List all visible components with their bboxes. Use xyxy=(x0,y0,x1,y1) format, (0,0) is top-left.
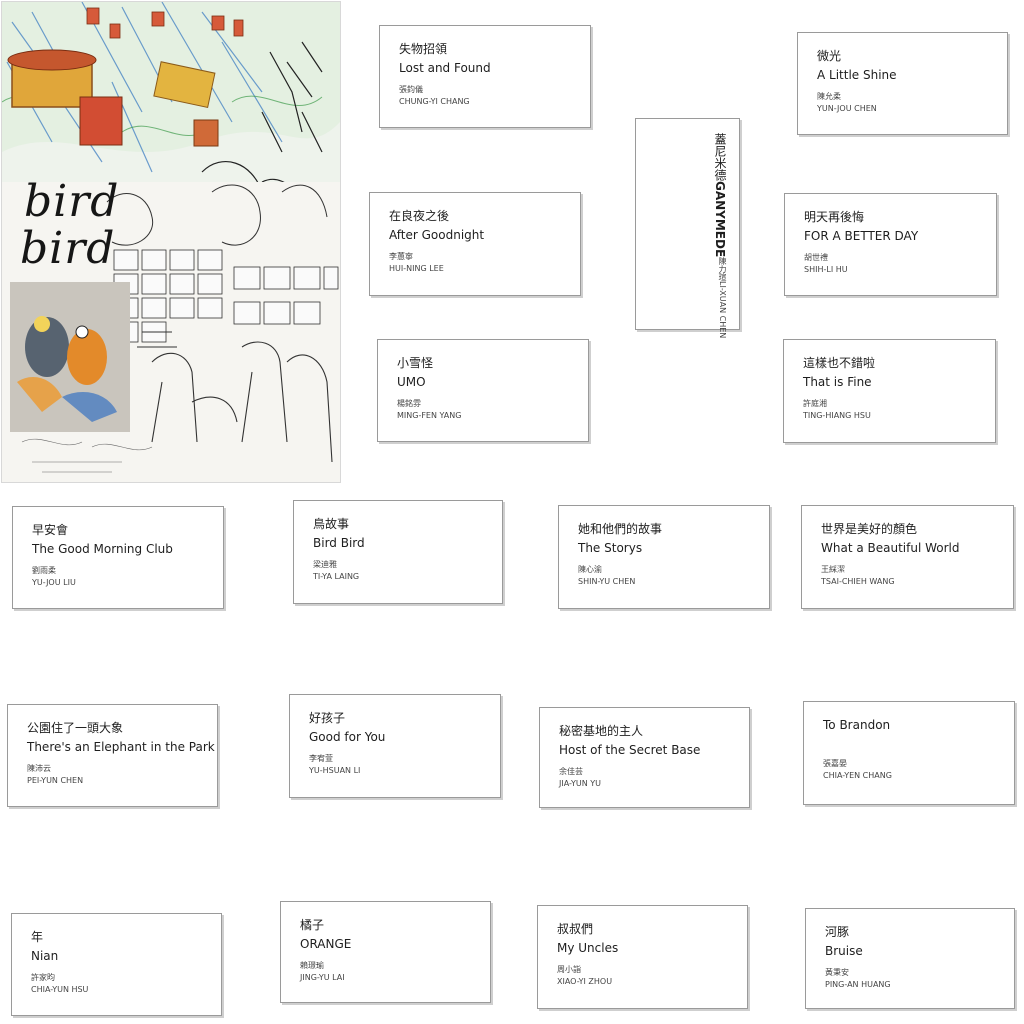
film-card-to-brandon[interactable]: To Brandon 張嘉晏 CHIA-YEN CHANG xyxy=(803,701,1015,805)
card-author-zh: 張嘉晏 xyxy=(823,759,847,768)
card-title-en: Nian xyxy=(31,949,59,963)
card-title-zh: 年 xyxy=(31,930,44,944)
card-author-en: SHIH-LI HU xyxy=(804,265,848,274)
poster-title-line-1: bird xyxy=(24,176,120,227)
card-title-zh: 秘密基地的主人 xyxy=(559,724,644,738)
film-card-host-of-the-secret-base[interactable]: 秘密基地的主人 Host of the Secret Base 余佳芸 JIA-… xyxy=(539,707,750,808)
film-card-after-goodnight[interactable]: 在良夜之後 After Goodnight 李蕙寧 HUI-NING LEE xyxy=(369,192,581,296)
card-author-zh: 余佳芸 xyxy=(559,767,583,776)
card-title-zh: 叔叔們 xyxy=(557,922,594,936)
card-title-en: The Good Morning Club xyxy=(32,542,173,556)
film-card-umo[interactable]: 小雪怪 UMO 楊銘雰 MING-FEN YANG xyxy=(377,339,589,442)
card-author-en: JIA-YUN YU xyxy=(559,779,601,788)
card-title-zh: 蓋尼米德 xyxy=(713,133,727,181)
film-card-what-a-beautiful-world[interactable]: 世界是美好的顏色 What a Beautiful World 王綵潔 TSAI… xyxy=(801,505,1014,609)
card-title-en: What a Beautiful World xyxy=(821,541,960,555)
card-title-en: FOR A BETTER DAY xyxy=(804,229,919,243)
card-author-zh: 陳心渝 xyxy=(578,565,602,574)
card-title-en: Good for You xyxy=(309,730,386,744)
card-title-zh: 微光 xyxy=(817,49,842,63)
film-card-a-little-shine[interactable]: 微光 A Little Shine 陳允柔 YUN-JOU CHEN xyxy=(797,32,1008,135)
card-title-en: Bruise xyxy=(825,944,863,958)
card-title-en: UMO xyxy=(397,375,426,389)
card-author-zh: 胡世禮 xyxy=(804,253,828,262)
card-author-en: CHUNG-YI CHANG xyxy=(399,97,470,106)
poster-artwork: bird bird xyxy=(2,2,340,482)
card-author-en: TING-HIANG HSU xyxy=(803,411,871,420)
film-card-nian[interactable]: 年 Nian 許家昀 CHIA-YUN HSU xyxy=(11,913,222,1016)
card-title-en: GANYMEDE xyxy=(713,181,727,258)
poster-title-line-2: bird xyxy=(20,223,116,274)
film-card-lost-and-found[interactable]: 失物招領 Lost and Found 張鈞儀 CHUNG-YI CHANG xyxy=(379,25,591,128)
film-card-good-for-you[interactable]: 好孩子 Good for You 李宥萱 YU-HSUAN LI xyxy=(289,694,501,798)
card-author-en: CHIA-YUN HSU xyxy=(31,985,89,994)
film-card-ganymede[interactable]: 蓋尼米德 GANYMEDE 陳力瑄 LI-XUAN CHEN xyxy=(635,118,740,338)
card-author-zh: 賴璟瑜 xyxy=(300,961,324,970)
card-title-zh: 這樣也不錯啦 xyxy=(803,356,876,370)
card-author-zh: 梁迪雅 xyxy=(313,560,337,569)
card-title-zh: 失物招領 xyxy=(399,42,448,56)
film-card-the-good-morning-club[interactable]: 早安會 The Good Morning Club 劉雨柔 YU-JOU LIU xyxy=(12,506,224,609)
card-title-en: After Goodnight xyxy=(389,228,485,242)
card-title-zh: 明天再後悔 xyxy=(804,210,865,224)
card-title-en: Host of the Secret Base xyxy=(559,743,701,757)
card-author-en: HUI-NING LEE xyxy=(389,264,444,273)
film-card-bird-bird[interactable]: 鳥故事 Bird Bird 梁迪雅 TI-YA LAING xyxy=(293,500,503,604)
card-author-zh: 李蕙寧 xyxy=(389,252,413,261)
card-title-en: There's an Elephant in the Park xyxy=(27,740,215,754)
card-title-zh: 鳥故事 xyxy=(313,517,350,531)
card-title-en: The Storys xyxy=(578,541,643,555)
card-author-zh: 許庭湘 xyxy=(803,399,827,408)
card-title-en: Bird Bird xyxy=(313,536,365,550)
film-card-my-uncles[interactable]: 叔叔們 My Uncles 周小詣 XIAO-YI ZHOU xyxy=(537,905,748,1009)
film-card-bruise[interactable]: 河豚 Bruise 黃秉安 PING-AN HUANG xyxy=(805,908,1015,1009)
card-author-en: TI-YA LAING xyxy=(313,572,360,581)
card-title-zh: 公園住了一頭大象 xyxy=(27,721,124,735)
film-card-for-a-better-day[interactable]: 明天再後悔 FOR A BETTER DAY 胡世禮 SHIH-LI HU xyxy=(784,193,997,296)
card-author-en: JING-YU LAI xyxy=(300,973,345,982)
card-title-zh: 世界是美好的顏色 xyxy=(821,522,918,536)
card-author-en: YU-HSUAN LI xyxy=(309,766,361,775)
card-author-zh: 李宥萱 xyxy=(309,754,333,763)
card-title-en: Lost and Found xyxy=(399,61,491,75)
card-title-en: To Brandon xyxy=(823,718,891,732)
card-title-zh: 好孩子 xyxy=(309,711,346,725)
card-title-zh: 橘子 xyxy=(300,918,325,932)
card-title-zh: 早安會 xyxy=(32,523,69,537)
card-author-en: LI-XUAN CHEN xyxy=(718,281,727,339)
card-author-zh: 楊銘雰 xyxy=(397,399,421,408)
card-title-en: A Little Shine xyxy=(817,68,897,82)
card-author-en: SHIN-YU CHEN xyxy=(578,577,636,586)
card-author-en: YUN-JOU CHEN xyxy=(817,104,877,113)
card-title-zh: 小雪怪 xyxy=(397,356,434,370)
card-author-zh: 陳力瑄 xyxy=(718,257,727,282)
card-author-zh: 黃秉安 xyxy=(825,968,849,977)
film-card-elephant-in-the-park[interactable]: 公園住了一頭大象 There's an Elephant in the Park… xyxy=(7,704,218,807)
card-author-en: CHIA-YEN CHANG xyxy=(823,771,892,780)
card-title-en: That is Fine xyxy=(803,375,872,389)
card-author-zh: 張鈞儀 xyxy=(399,85,423,94)
card-title-en: ORANGE xyxy=(300,937,352,951)
card-author-en: MING-FEN YANG xyxy=(397,411,462,420)
card-author-zh: 陳允柔 xyxy=(817,92,841,101)
card-title-zh: 她和他們的故事 xyxy=(578,522,663,536)
card-author-zh: 周小詣 xyxy=(557,965,581,974)
card-author-zh: 劉雨柔 xyxy=(32,566,56,575)
card-title-en: My Uncles xyxy=(557,941,619,955)
card-title-zh: 在良夜之後 xyxy=(389,209,450,223)
card-title-zh: 河豚 xyxy=(825,925,850,939)
card-author-zh: 王綵潔 xyxy=(821,565,845,574)
film-card-the-storys[interactable]: 她和他們的故事 The Storys 陳心渝 SHIN-YU CHEN xyxy=(558,505,770,609)
card-author-en: PEI-YUN CHEN xyxy=(27,776,84,785)
film-card-orange[interactable]: 橘子 ORANGE 賴璟瑜 JING-YU LAI xyxy=(280,901,491,1003)
card-author-en: PING-AN HUANG xyxy=(825,980,891,989)
card-author-zh: 陳沛云 xyxy=(27,764,51,773)
card-author-en: TSAI-CHIEH WANG xyxy=(821,577,895,586)
film-card-that-is-fine[interactable]: 這樣也不錯啦 That is Fine 許庭湘 TING-HIANG HSU xyxy=(783,339,996,443)
card-author-en: YU-JOU LIU xyxy=(32,578,76,587)
card-author-en: XIAO-YI ZHOU xyxy=(557,977,613,986)
card-author-zh: 許家昀 xyxy=(31,973,55,982)
